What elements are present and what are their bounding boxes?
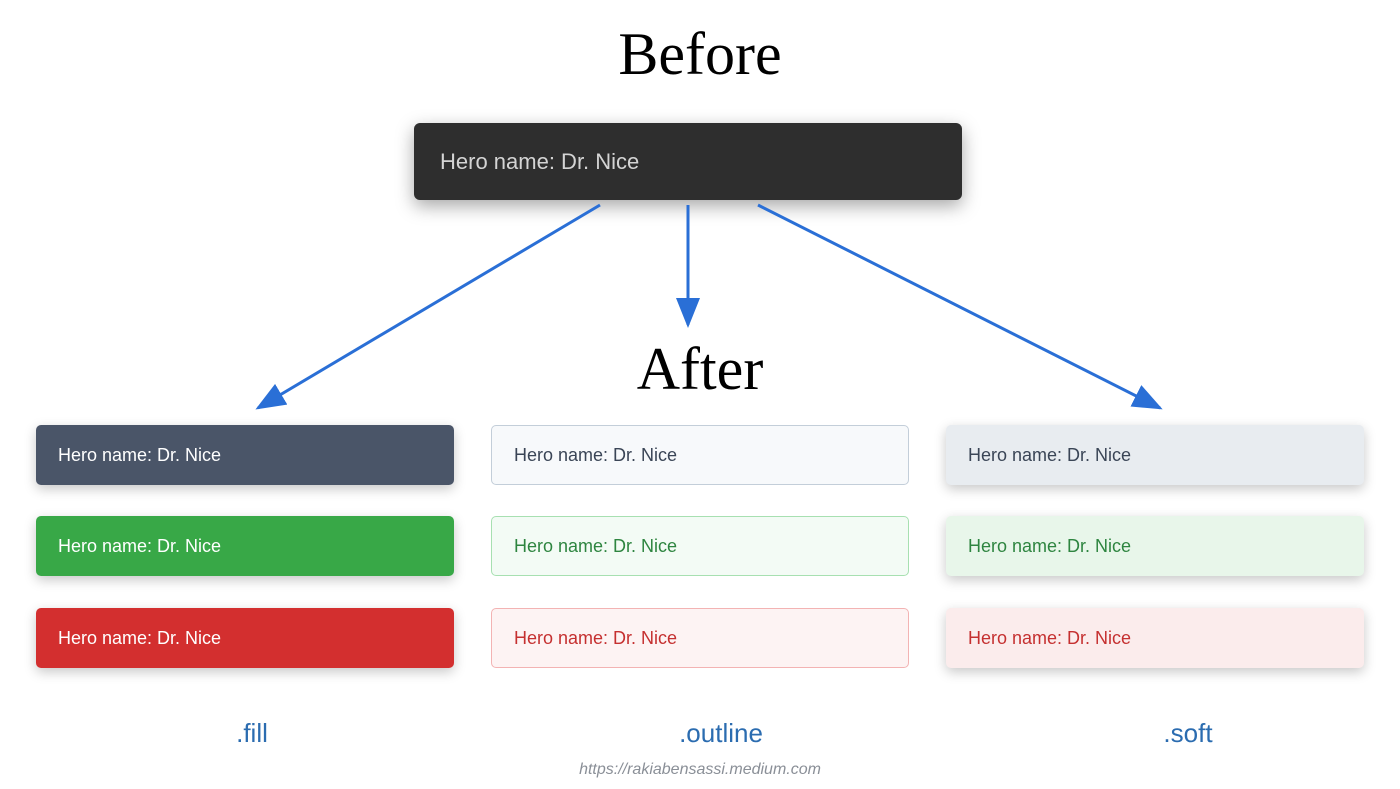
card-soft-dark: Hero name: Dr. Nice: [946, 425, 1364, 485]
variant-label-fill: .fill: [36, 718, 468, 749]
card-text: Hero name: Dr. Nice: [514, 536, 677, 557]
card-soft-green: Hero name: Dr. Nice: [946, 516, 1364, 576]
cards-row-green: Hero name: Dr. Nice Hero name: Dr. Nice …: [0, 516, 1400, 576]
card-text: Hero name: Dr. Nice: [58, 445, 221, 466]
card-text: Hero name: Dr. Nice: [514, 628, 677, 649]
card-outline-red: Hero name: Dr. Nice: [491, 608, 909, 668]
variant-label-outline: .outline: [505, 718, 937, 749]
card-text: Hero name: Dr. Nice: [58, 628, 221, 649]
before-card: Hero name: Dr. Nice: [414, 123, 962, 200]
card-text: Hero name: Dr. Nice: [968, 445, 1131, 466]
card-fill-red: Hero name: Dr. Nice: [36, 608, 454, 668]
card-outline-green: Hero name: Dr. Nice: [491, 516, 909, 576]
card-text: Hero name: Dr. Nice: [968, 536, 1131, 557]
cards-row-red: Hero name: Dr. Nice Hero name: Dr. Nice …: [0, 608, 1400, 668]
footer-credit: https://rakiabensassi.medium.com: [579, 761, 821, 779]
card-text: Hero name: Dr. Nice: [58, 536, 221, 557]
heading-before: Before: [618, 20, 781, 89]
card-text: Hero name: Dr. Nice: [968, 628, 1131, 649]
cards-row-dark: Hero name: Dr. Nice Hero name: Dr. Nice …: [0, 425, 1400, 485]
before-card-text: Hero name: Dr. Nice: [440, 149, 639, 175]
card-outline-dark: Hero name: Dr. Nice: [491, 425, 909, 485]
card-text: Hero name: Dr. Nice: [514, 445, 677, 466]
card-fill-green: Hero name: Dr. Nice: [36, 516, 454, 576]
card-soft-red: Hero name: Dr. Nice: [946, 608, 1364, 668]
heading-after: After: [637, 335, 764, 404]
variant-label-soft: .soft: [972, 718, 1400, 749]
card-fill-dark: Hero name: Dr. Nice: [36, 425, 454, 485]
